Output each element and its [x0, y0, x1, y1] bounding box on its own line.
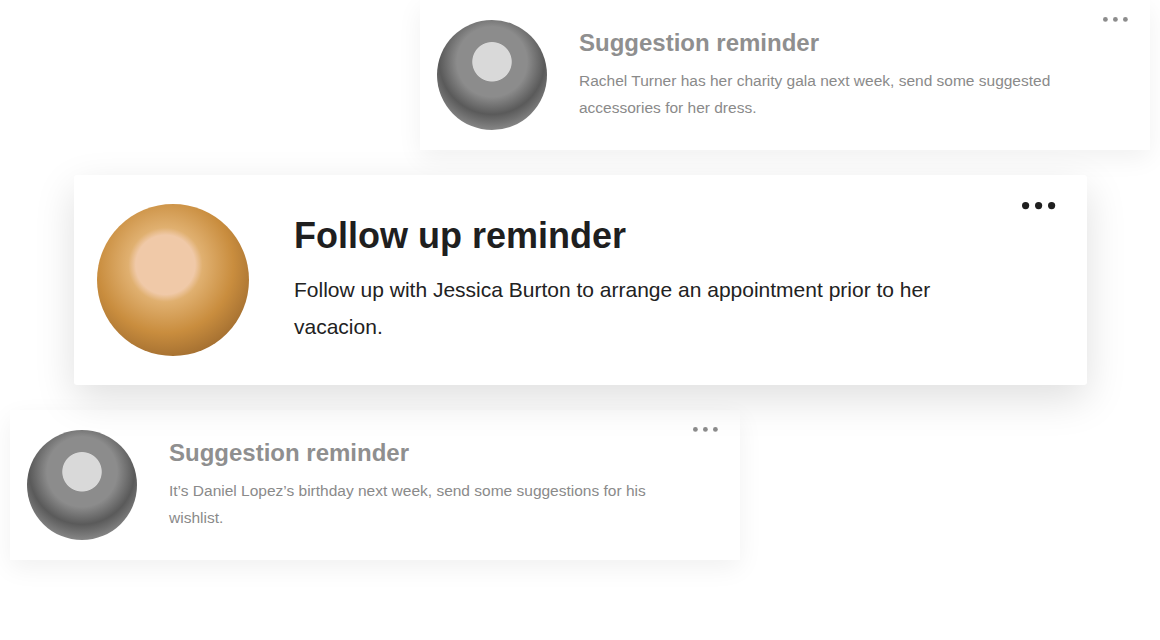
- avatar-photo: [437, 20, 547, 130]
- reminder-body: Follow up reminder Follow up with Jessica…: [294, 215, 994, 344]
- reminder-card[interactable]: Suggestion reminder It’s Daniel Lopez’s b…: [10, 410, 740, 560]
- reminder-card[interactable]: Suggestion reminder Rachel Turner has her…: [420, 0, 1150, 150]
- more-icon[interactable]: [1021, 201, 1059, 210]
- avatar-photo: [97, 204, 249, 356]
- reminder-text: Rachel Turner has her charity gala next …: [579, 67, 1079, 121]
- reminder-title: Suggestion reminder: [579, 29, 1079, 58]
- more-icon[interactable]: [1102, 16, 1130, 23]
- reminder-text: Follow up with Jessica Burton to arrange…: [294, 271, 994, 345]
- reminder-body: Suggestion reminder Rachel Turner has her…: [579, 29, 1079, 122]
- avatar-photo: [27, 430, 137, 540]
- reminder-card[interactable]: Follow up reminder Follow up with Jessica…: [74, 175, 1087, 385]
- reminder-body: Suggestion reminder It’s Daniel Lopez’s b…: [169, 439, 669, 532]
- reminder-title: Follow up reminder: [294, 215, 994, 256]
- reminder-title: Suggestion reminder: [169, 439, 669, 468]
- reminder-text: It’s Daniel Lopez’s birthday next week, …: [169, 477, 669, 531]
- more-icon[interactable]: [692, 426, 720, 433]
- reminder-list: Suggestion reminder Rachel Turner has her…: [0, 0, 1160, 560]
